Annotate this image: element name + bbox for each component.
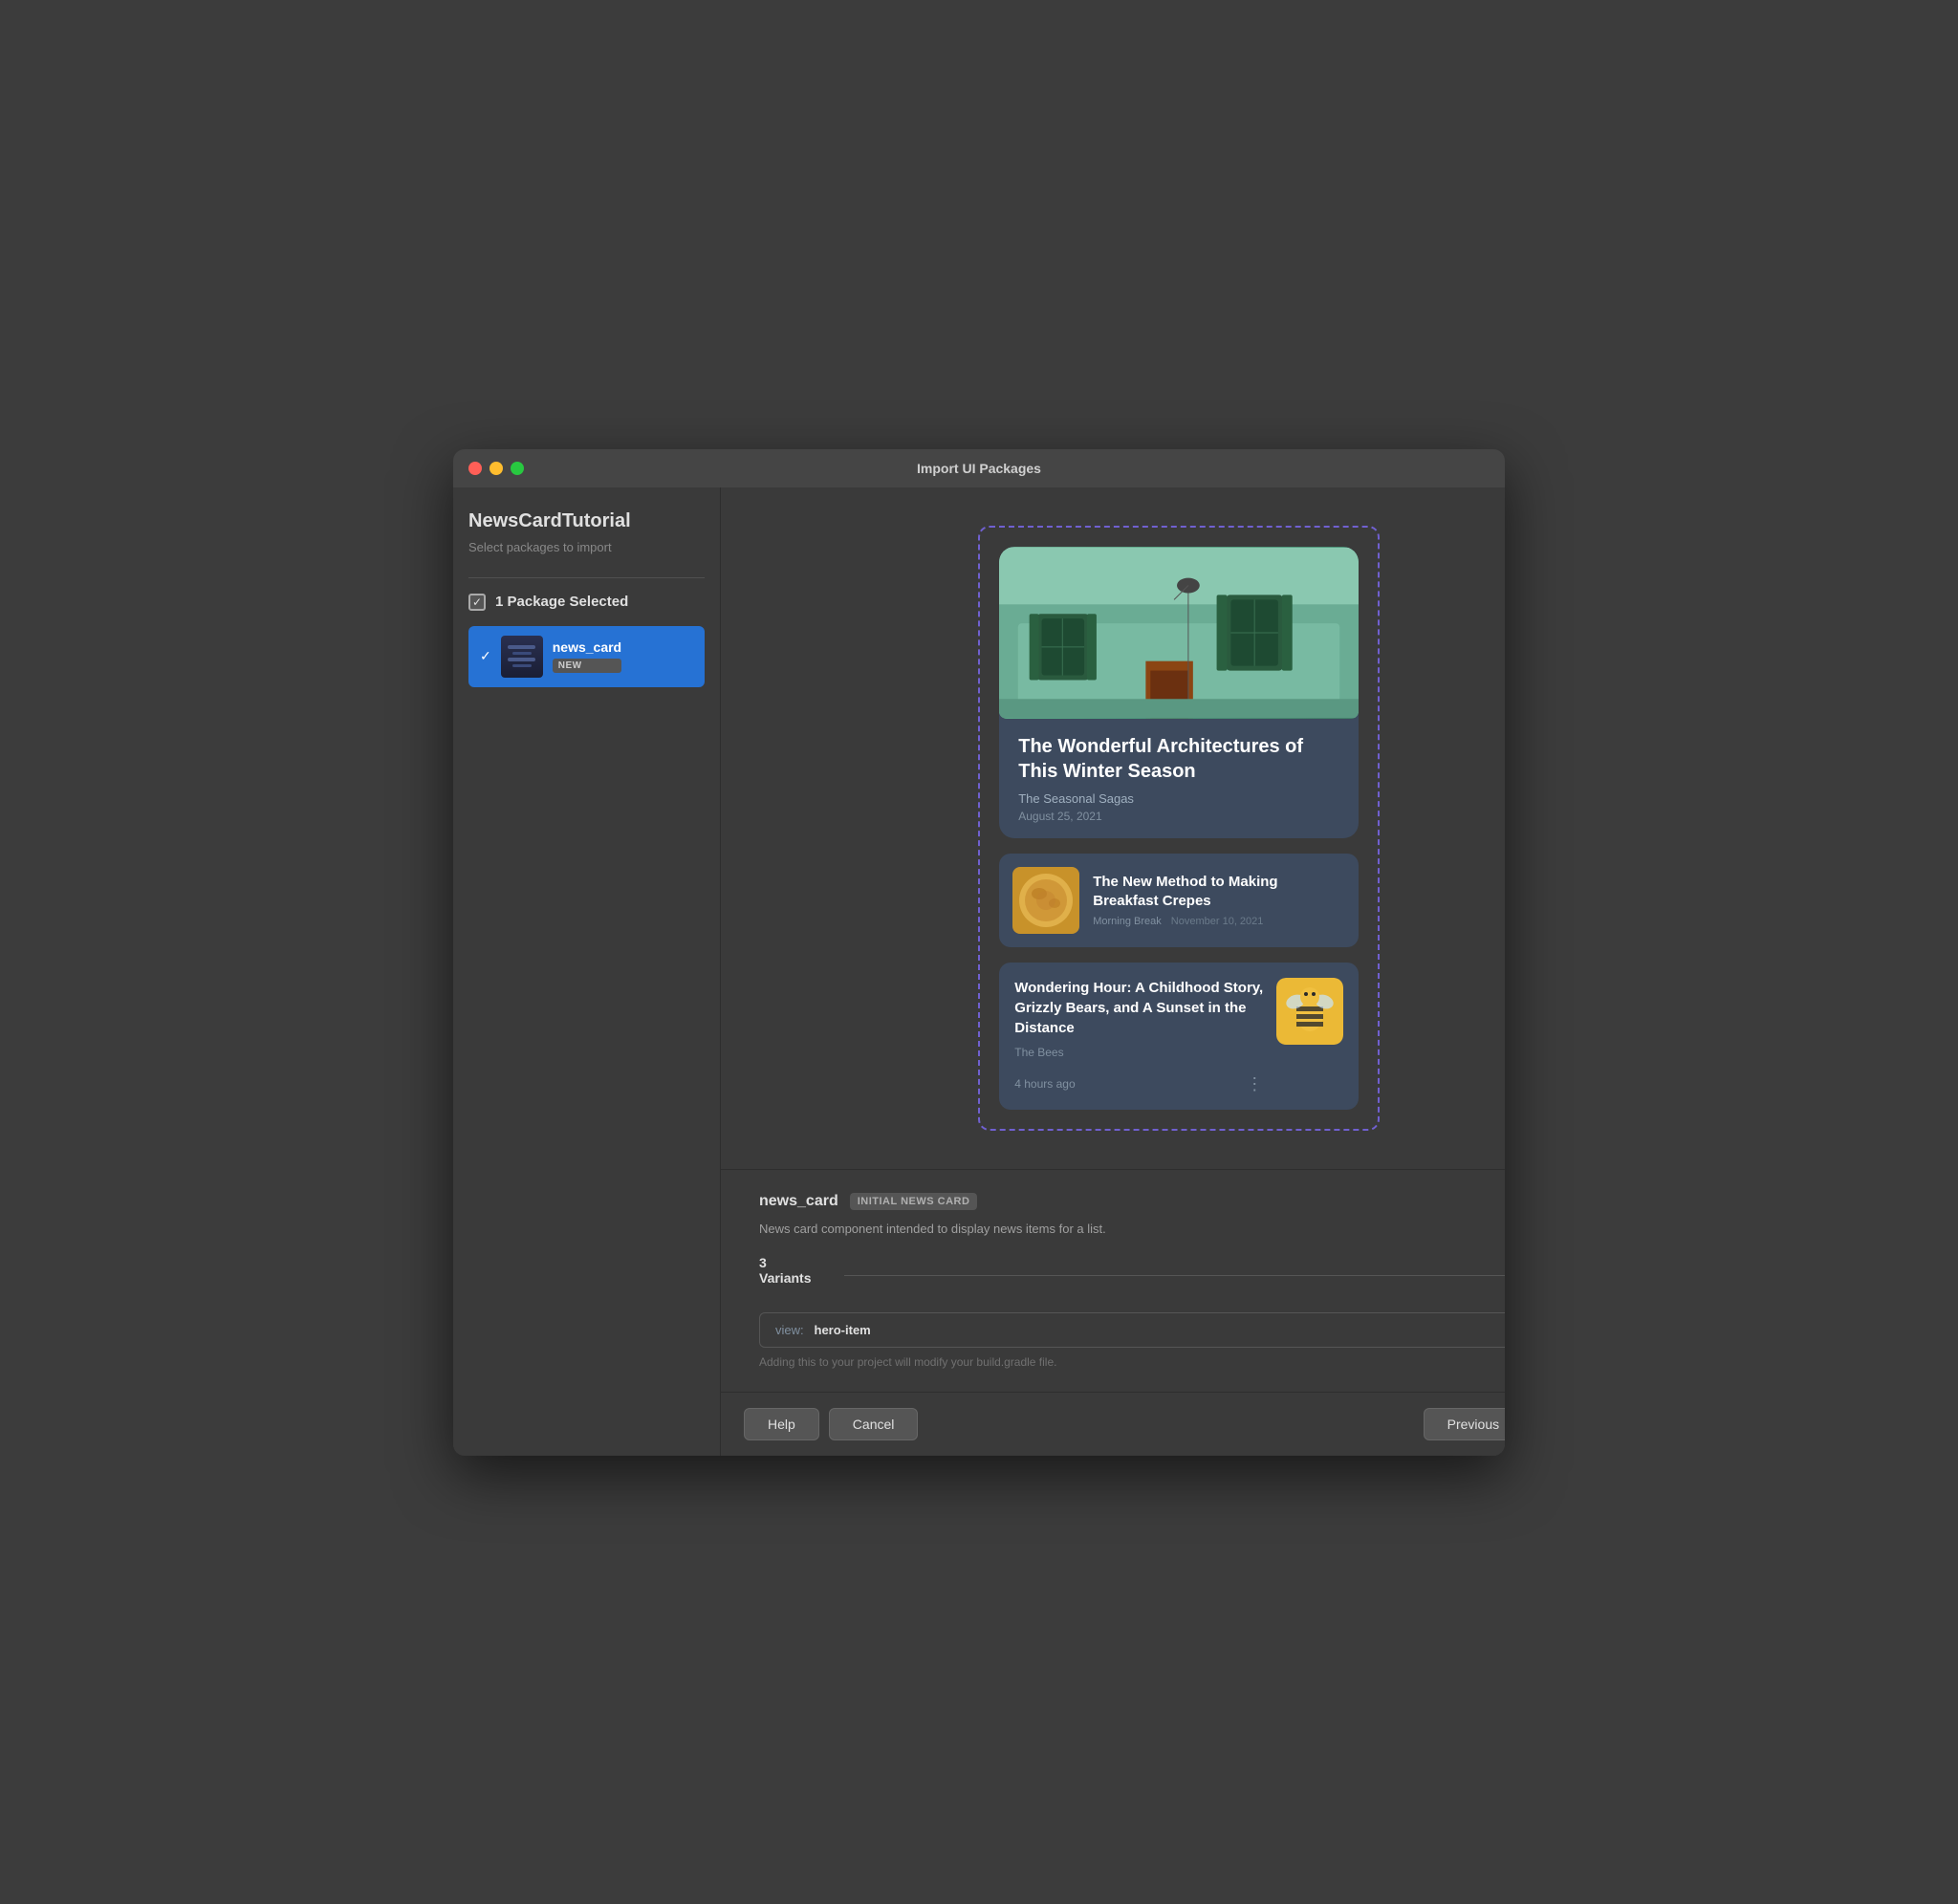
cancel-button[interactable]: Cancel: [829, 1408, 919, 1440]
variant-value: hero-item: [815, 1323, 871, 1337]
card-horizontal-date: November 10, 2021: [1171, 916, 1264, 927]
building-svg: [999, 547, 1359, 719]
card-wide-title: Wondering Hour: A Childhood Story, Grizz…: [1014, 978, 1263, 1038]
preview-container: The Wonderful Architectures of This Wint…: [978, 526, 1380, 1131]
card-wide-time: 4 hours ago: [1014, 1077, 1075, 1091]
select-all-checkbox[interactable]: ✓: [468, 594, 486, 611]
card-hero-content: The Wonderful Architectures of This Wint…: [999, 719, 1359, 838]
divider-1: [468, 577, 705, 578]
package-selected-row: ✓ 1 Package Selected: [468, 594, 705, 611]
card-horizontal-author: Morning Break: [1093, 916, 1162, 927]
sidebar: NewsCardTutorial Select packages to impo…: [453, 487, 721, 1456]
package-info: news_card NEW: [553, 639, 621, 673]
card-horizontal-content: The New Method to Making Breakfast Crepe…: [1093, 873, 1345, 927]
card-wide-image: [1276, 978, 1343, 1045]
new-badge: NEW: [553, 659, 621, 673]
package-selected-label: 1 Package Selected: [495, 594, 628, 610]
variants-divider: [844, 1275, 1505, 1276]
more-options-icon[interactable]: ⋮: [1246, 1074, 1263, 1094]
help-button[interactable]: Help: [744, 1408, 819, 1440]
close-button[interactable]: [468, 462, 482, 475]
footer-right: Previous Finish: [1424, 1408, 1505, 1440]
bee-svg: [1276, 978, 1343, 1045]
previous-button[interactable]: Previous: [1424, 1408, 1505, 1440]
thumb-line-3: [508, 658, 535, 661]
card-wide-author: The Bees: [1014, 1046, 1263, 1059]
footer: Help Cancel Previous Finish: [721, 1392, 1505, 1456]
content-area: NewsCardTutorial Select packages to impo…: [453, 487, 1505, 1456]
titlebar: Import UI Packages: [453, 449, 1505, 487]
minimize-button[interactable]: [490, 462, 503, 475]
variants-header-row: 3 Variants: [759, 1255, 1505, 1297]
package-name: news_card: [553, 639, 621, 655]
detail-name: news_card: [759, 1193, 838, 1210]
thumb-line-2: [512, 652, 532, 655]
main-window: Import UI Packages NewsCardTutorial Sele…: [453, 449, 1505, 1456]
checkmark-icon: ✓: [472, 596, 482, 608]
titlebar-buttons: [468, 462, 524, 475]
maximize-button[interactable]: [511, 462, 524, 475]
detail-tag: INITIAL NEWS CARD: [850, 1193, 978, 1210]
project-name: NewsCardTutorial: [468, 510, 705, 532]
variant-box: view: hero-item: [759, 1312, 1505, 1348]
card-hero-author: The Seasonal Sagas: [1018, 791, 1339, 806]
package-check-icon: ✓: [480, 648, 491, 664]
variant-key: view:: [775, 1323, 804, 1337]
preview-area: The Wonderful Architectures of This Wint…: [721, 487, 1505, 1169]
card-horizontal-image: [1012, 867, 1079, 934]
card-horizontal-meta: Morning Break November 10, 2021: [1093, 916, 1345, 927]
card-horizontal: The New Method to Making Breakfast Crepe…: [999, 854, 1359, 947]
card-horizontal-title: The New Method to Making Breakfast Crepe…: [1093, 873, 1345, 910]
card-wide-footer: 4 hours ago ⋮: [1014, 1074, 1263, 1094]
card-wide-content: Wondering Hour: A Childhood Story, Grizz…: [1014, 978, 1263, 1094]
card-hero: The Wonderful Architectures of This Wint…: [999, 547, 1359, 838]
sidebar-subtitle: Select packages to import: [468, 540, 705, 554]
thumb-line-1: [508, 645, 535, 649]
detail-header: news_card INITIAL NEWS CARD: [759, 1193, 1505, 1210]
main-panel: The Wonderful Architectures of This Wint…: [721, 487, 1505, 1456]
crepe-svg: [1012, 867, 1079, 934]
card-hero-image: [999, 547, 1359, 719]
variants-label: 3 Variants: [759, 1255, 821, 1286]
thumb-line-4: [512, 664, 532, 667]
footer-left: Help Cancel: [744, 1408, 918, 1440]
detail-description: News card component intended to display …: [759, 1222, 1505, 1236]
package-thumbnail: [501, 636, 543, 678]
package-item-news-card[interactable]: ✓ news_card NEW: [468, 626, 705, 687]
thumbnail-inner: [501, 636, 543, 678]
detail-section: news_card INITIAL NEWS CARD News card co…: [721, 1169, 1505, 1392]
card-wide: Wondering Hour: A Childhood Story, Grizz…: [999, 963, 1359, 1110]
detail-note: Adding this to your project will modify …: [759, 1355, 1505, 1369]
card-hero-date: August 25, 2021: [1018, 810, 1339, 823]
window-title: Import UI Packages: [917, 461, 1041, 476]
card-hero-title: The Wonderful Architectures of This Wint…: [1018, 734, 1339, 784]
